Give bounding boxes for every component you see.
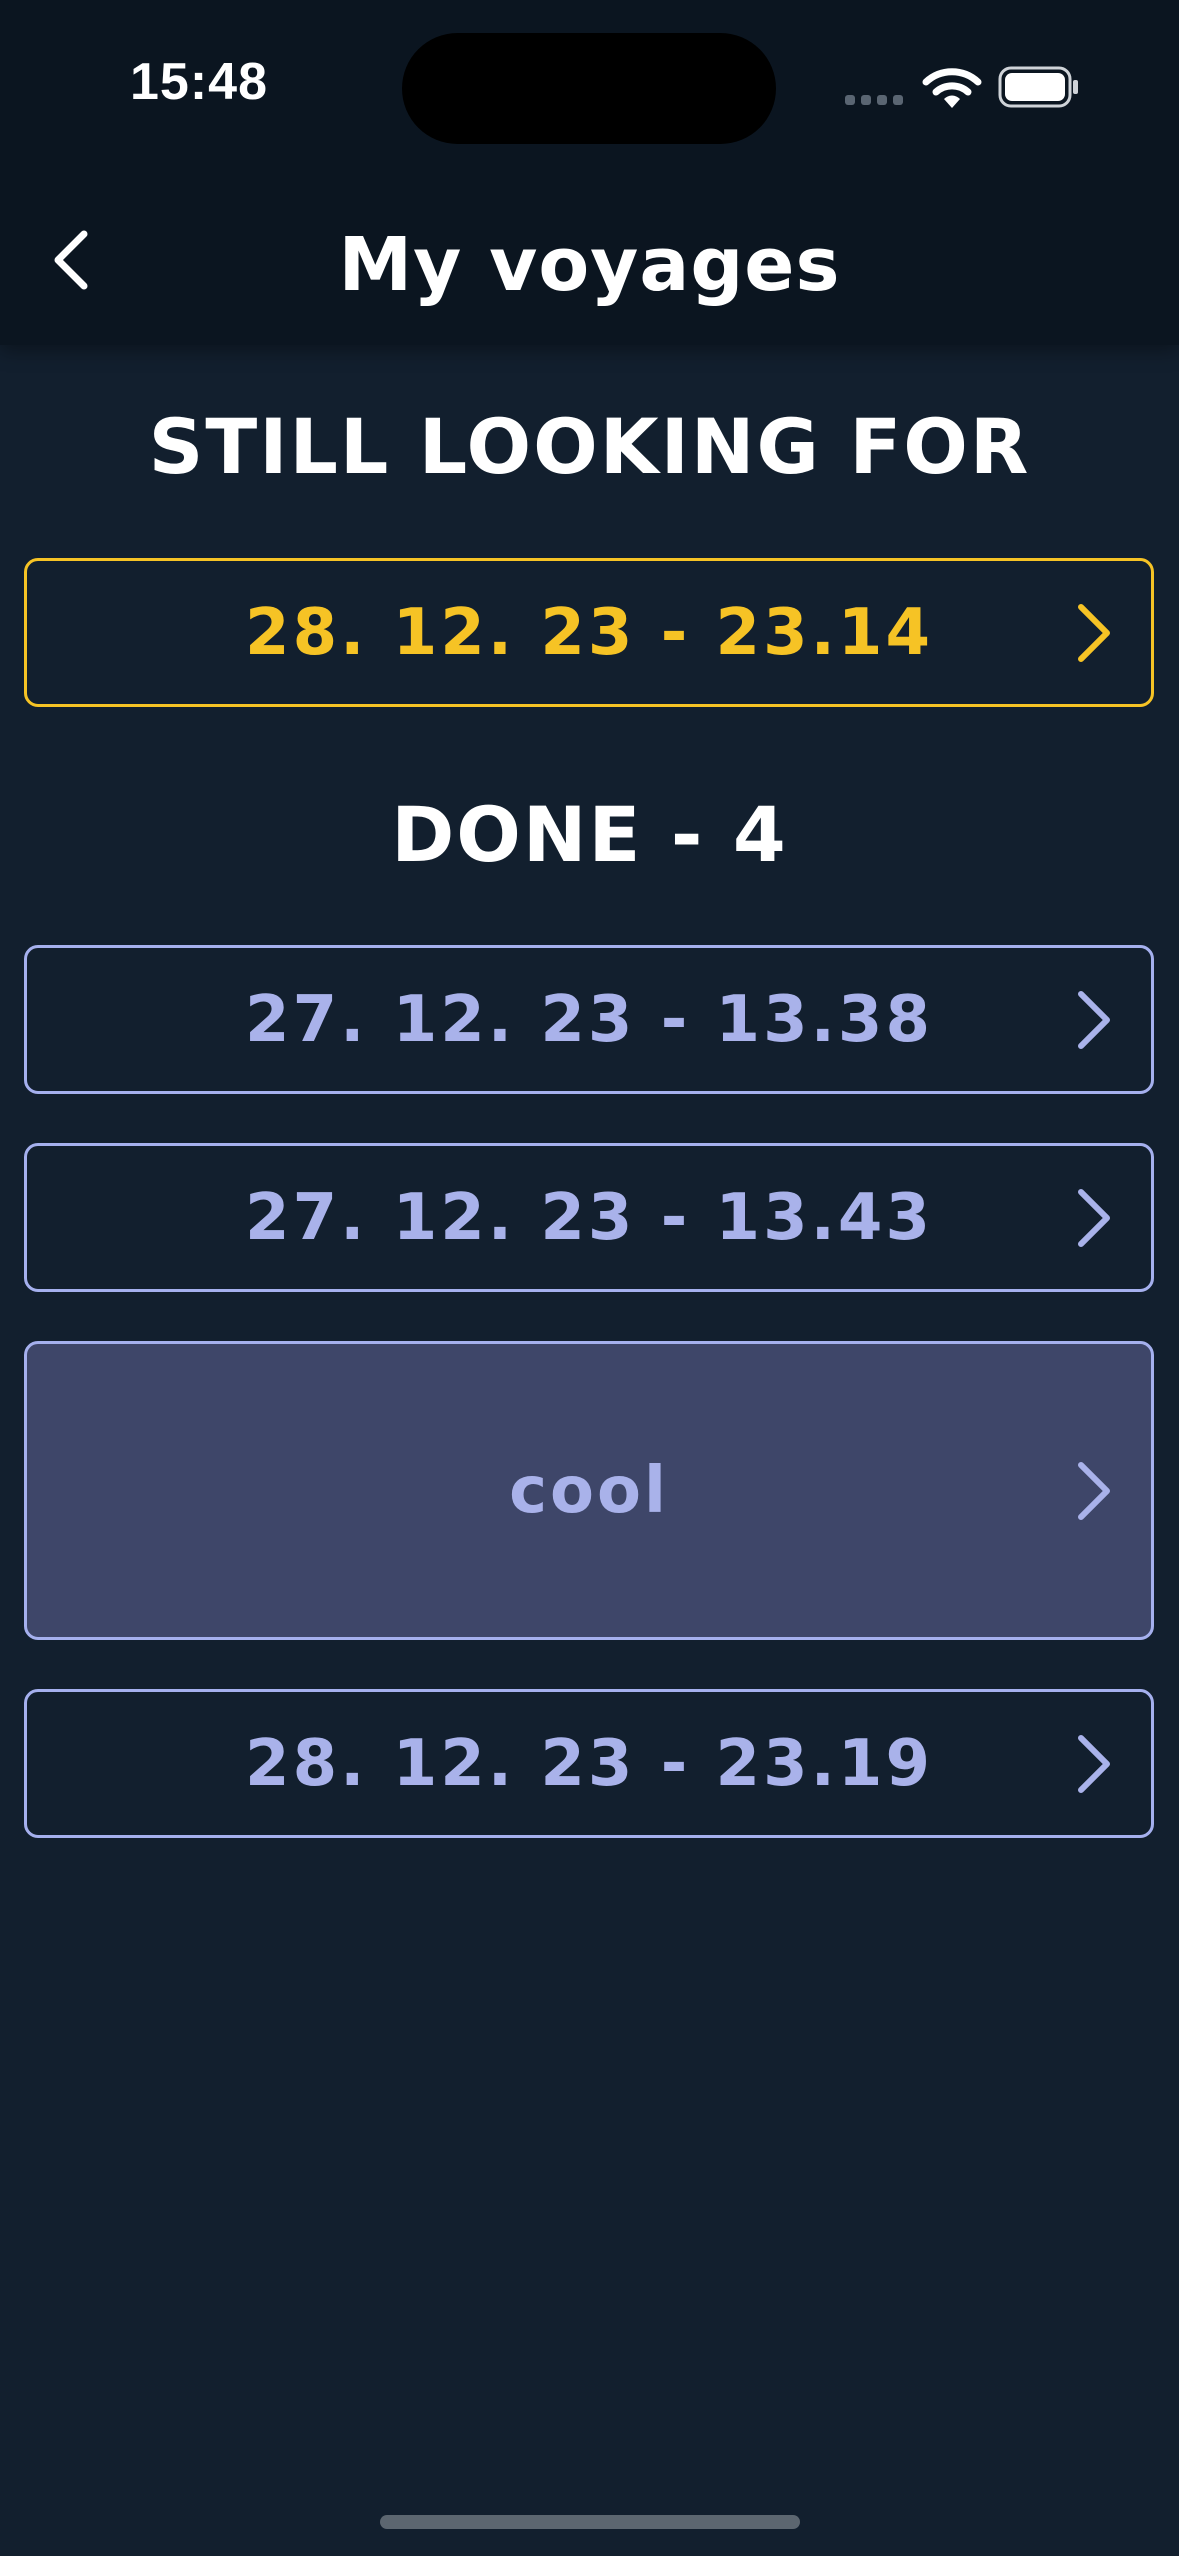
chevron-right-icon xyxy=(1078,1461,1110,1520)
voyage-row-active[interactable]: 28. 12. 23 - 23.14 xyxy=(24,558,1154,707)
section-title-still-looking: STILL LOOKING FOR xyxy=(148,402,1031,491)
chevron-right-icon xyxy=(1078,990,1110,1049)
voyage-row-label: 28. 12. 23 - 23.14 xyxy=(245,595,933,670)
page-title: My voyages xyxy=(338,222,841,308)
battery-icon xyxy=(998,66,1078,108)
wifi-icon xyxy=(922,68,982,108)
voyage-row-label: cool xyxy=(509,1453,669,1528)
voyage-row-label: 27. 12. 23 - 13.43 xyxy=(245,1180,933,1255)
voyage-row-label: 28. 12. 23 - 23.19 xyxy=(245,1726,933,1801)
voyage-row[interactable]: 28. 12. 23 - 23.19 xyxy=(24,1689,1154,1838)
dynamic-island xyxy=(402,33,776,144)
status-time: 15:48 xyxy=(130,53,268,111)
navigation-header: 15:48 My voyages xyxy=(0,0,1179,345)
signal-icon xyxy=(845,95,903,105)
voyage-row[interactable]: 27. 12. 23 - 13.43 xyxy=(24,1143,1154,1292)
home-indicator[interactable] xyxy=(380,2515,800,2529)
section-title-done: DONE - 4 xyxy=(391,790,788,879)
chevron-right-icon xyxy=(1078,603,1110,662)
voyage-row-named[interactable]: cool xyxy=(24,1341,1154,1640)
voyage-row[interactable]: 27. 12. 23 - 13.38 xyxy=(24,945,1154,1094)
chevron-right-icon xyxy=(1078,1734,1110,1793)
voyage-row-label: 27. 12. 23 - 13.38 xyxy=(245,982,933,1057)
chevron-right-icon xyxy=(1078,1188,1110,1247)
